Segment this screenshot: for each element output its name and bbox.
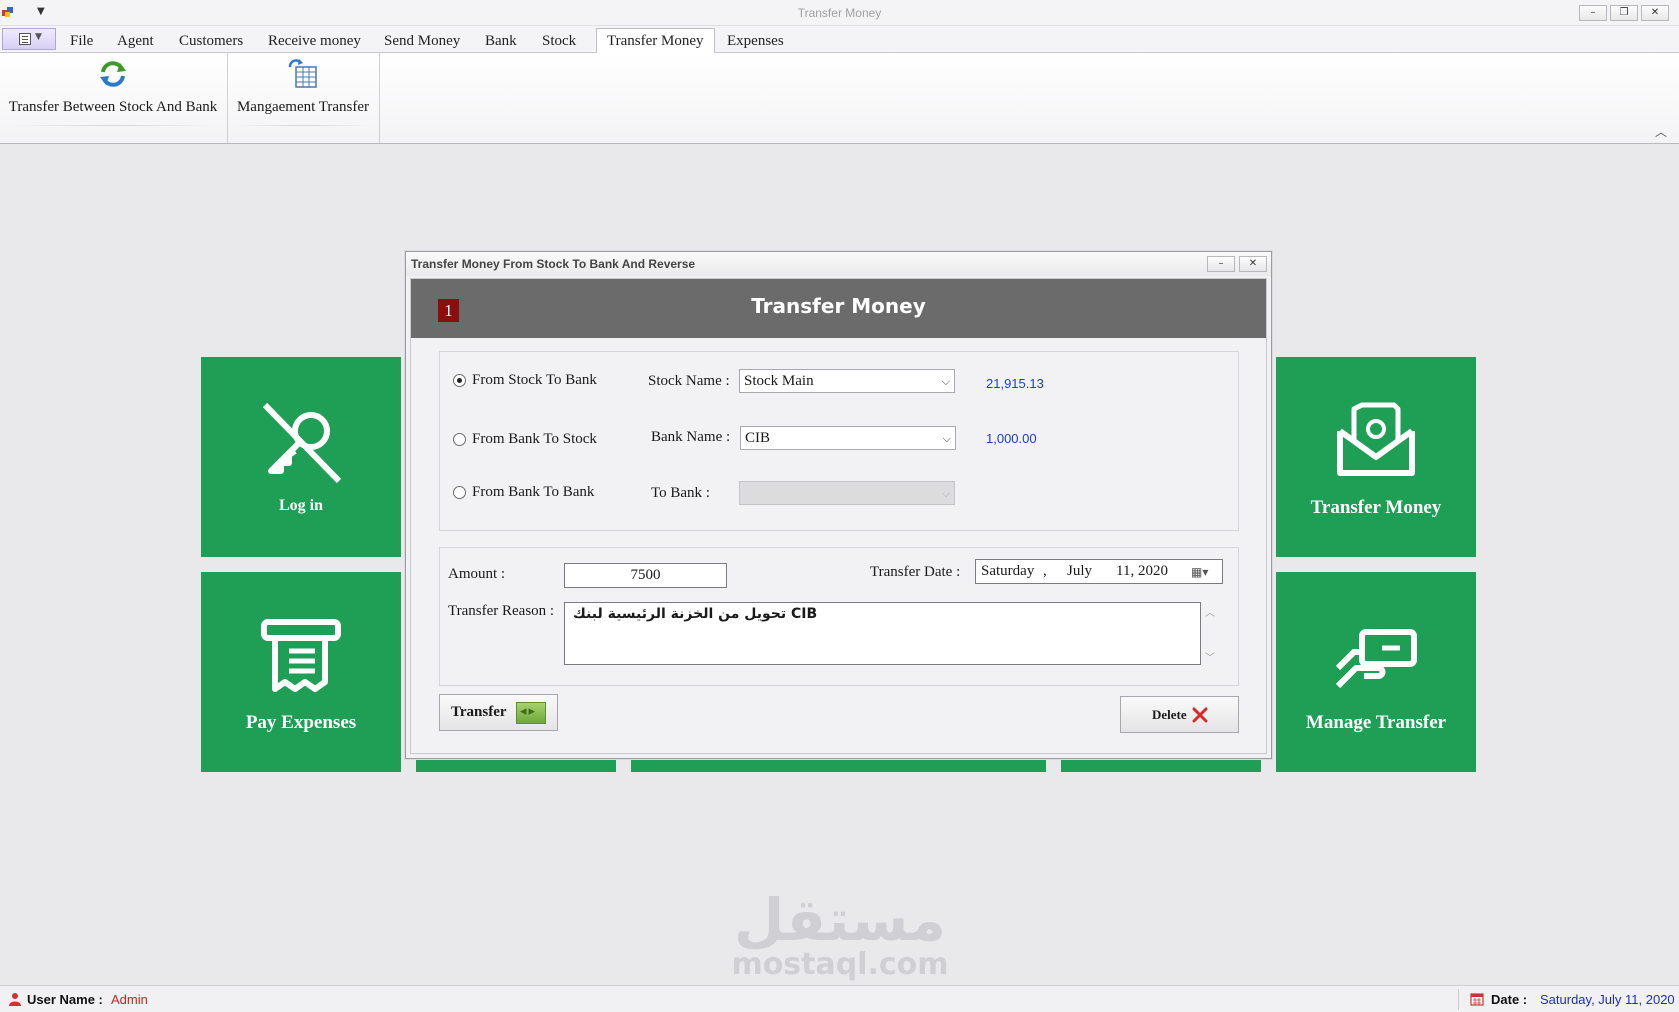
radio-dot[interactable] <box>453 433 466 446</box>
watermark-arabic: مستقل <box>733 886 947 954</box>
tile-login-label: Log in <box>278 497 323 514</box>
bank-balance: 1,000.00 <box>986 431 1037 446</box>
transfer-button[interactable]: Transfer <box>439 694 558 731</box>
date-label: Date : <box>1491 992 1528 1007</box>
amount-input[interactable]: 7500 <box>564 563 727 588</box>
tab-expenses[interactable]: Expenses <box>717 30 794 54</box>
status-bar: User Name : Admin Date : Saturday, July … <box>0 985 1679 1012</box>
chevron-down-icon: ▼ <box>35 32 42 42</box>
tab-receive-money[interactable]: Receive money <box>258 30 371 54</box>
tab-bank[interactable]: Bank <box>475 30 527 54</box>
date-value: Saturday, July 11, 2020 <box>1540 992 1675 1007</box>
radio-dot[interactable] <box>453 374 466 387</box>
tile-partial <box>631 759 1046 772</box>
radio-from-stock-to-bank[interactable]: From Stock To Bank <box>453 372 597 389</box>
close-button[interactable]: ✕ <box>1641 5 1669 21</box>
dialog-close-button[interactable]: ✕ <box>1239 256 1267 272</box>
user-icon <box>9 993 21 1006</box>
date-weekday: Saturday <box>981 563 1035 579</box>
date-separator: , <box>1043 563 1047 579</box>
radio-label: From Bank To Bank <box>472 484 595 500</box>
hand-card-icon <box>1335 629 1417 689</box>
ribbon: Transfer Between Stock And Bank Mangaeme… <box>0 53 1679 144</box>
transfer-button-label: Transfer <box>451 704 507 720</box>
to-bank-select[interactable]: ⌵ <box>739 481 955 505</box>
receipt-icon <box>261 619 341 692</box>
tile-partial <box>1061 759 1261 772</box>
key-slash-icon <box>262 402 342 483</box>
tile-transfer-money-label: Transfer Money <box>1310 497 1442 518</box>
bank-name-select[interactable]: CIB ⌵ <box>740 426 956 450</box>
transfer-reason-text: تحويل من الخزنة الرئيسية لبنك CIB <box>573 606 818 622</box>
date-month: July <box>1067 563 1093 579</box>
watermark-latin: mostaql.com <box>731 947 949 982</box>
watermark: مستقل mostaql.com <box>720 890 960 980</box>
window-title: Transfer Money <box>797 6 882 20</box>
dialog-header-title: Transfer Money <box>751 294 926 318</box>
menu-bar: ▼ File Agent Customers Receive money Sen… <box>0 26 1679 55</box>
application-menu-button[interactable]: ▼ <box>2 28 56 50</box>
delete-button[interactable]: Delete <box>1120 696 1239 733</box>
tab-agent[interactable]: Agent <box>107 30 164 54</box>
dialog-minimize-button[interactable]: – <box>1207 256 1235 272</box>
to-bank-label: To Bank : <box>651 485 710 501</box>
transfer-arrows-icon <box>516 702 546 724</box>
tile-manage-transfer-label: Manage Transfer <box>1305 712 1447 733</box>
delete-button-label: Delete <box>1152 707 1187 722</box>
calendar-dropdown-icon[interactable]: ▦▾ <box>1191 561 1208 584</box>
tile-manage-transfer[interactable]: Manage Transfer <box>1276 572 1476 772</box>
stock-name-select[interactable]: Stock Main ⌵ <box>739 369 955 393</box>
radio-from-bank-to-bank[interactable]: From Bank To Bank <box>453 484 594 501</box>
bank-name-label: Bank Name : <box>651 429 731 445</box>
transfer-reason-input[interactable]: تحويل من الخزنة الرئيسية لبنك CIB <box>564 602 1201 665</box>
tab-stock[interactable]: Stock <box>532 30 586 54</box>
radio-from-bank-to-stock[interactable]: From Bank To Stock <box>453 431 597 448</box>
transfer-reason-label: Transfer Reason : <box>448 603 555 619</box>
tile-transfer-money[interactable]: Transfer Money <box>1276 357 1476 557</box>
tile-partial <box>416 759 616 772</box>
scroll-down-icon[interactable]: ﹀ <box>1205 649 1215 664</box>
title-bar: ▼ Transfer Money – ❐ ✕ <box>0 0 1679 26</box>
stock-balance: 21,915.13 <box>986 376 1044 391</box>
transfer-date-label: Transfer Date : <box>870 564 961 580</box>
radio-label: From Bank To Stock <box>472 431 597 447</box>
stock-name-value: Stock Main <box>744 373 814 389</box>
ribbon-separator <box>379 53 380 143</box>
chevron-down-icon[interactable]: ⌵ <box>942 371 950 393</box>
user-name-value: Admin <box>111 992 148 1007</box>
tab-file[interactable]: File <box>60 30 103 54</box>
stock-name-label: Stock Name : <box>648 373 730 389</box>
transfer-date-picker[interactable]: Saturday , July 11, 2020 ▦▾ <box>975 559 1223 584</box>
calendar-icon <box>1470 993 1484 1006</box>
ribbon-button-label: Mangaement Transfer <box>236 99 370 115</box>
date-day-year: 11, 2020 <box>1116 563 1168 579</box>
tab-send-money[interactable]: Send Money <box>374 30 470 54</box>
user-name-label: User Name : <box>27 992 103 1007</box>
tile-pay-expenses-label: Pay Expenses <box>245 712 357 733</box>
dialog-title: Transfer Money From Stock To Bank And Re… <box>406 252 1271 276</box>
tab-transfer-money[interactable]: Transfer Money <box>596 28 715 55</box>
radio-dot[interactable] <box>453 486 466 499</box>
delete-x-icon <box>1192 707 1208 723</box>
scroll-up-icon[interactable]: ︿ <box>1205 604 1215 619</box>
tab-customers[interactable]: Customers <box>169 30 253 54</box>
restore-button[interactable]: ❐ <box>1610 5 1638 21</box>
radio-label: From Stock To Bank <box>472 372 597 388</box>
amount-label: Amount : <box>448 566 506 582</box>
dialog-header: 1 Transfer Money <box>411 279 1266 338</box>
chevron-down-icon[interactable]: ⌵ <box>943 428 951 450</box>
money-envelope-icon <box>1337 402 1415 476</box>
chevron-down-icon: ⌵ <box>941 487 950 500</box>
ribbon-button-label: Transfer Between Stock And Bank <box>8 99 218 115</box>
table-transfer-icon <box>288 59 317 88</box>
minimize-button[interactable]: – <box>1579 5 1607 21</box>
ribbon-separator <box>227 53 228 143</box>
refresh-arrows-icon <box>100 61 126 87</box>
menu-icon <box>19 33 31 45</box>
tile-login[interactable]: Log in <box>201 357 401 557</box>
collapse-ribbon-icon[interactable]: ︿ <box>1655 123 1667 140</box>
tile-pay-expenses[interactable]: Pay Expenses <box>201 572 401 772</box>
bank-name-value: CIB <box>745 430 771 446</box>
